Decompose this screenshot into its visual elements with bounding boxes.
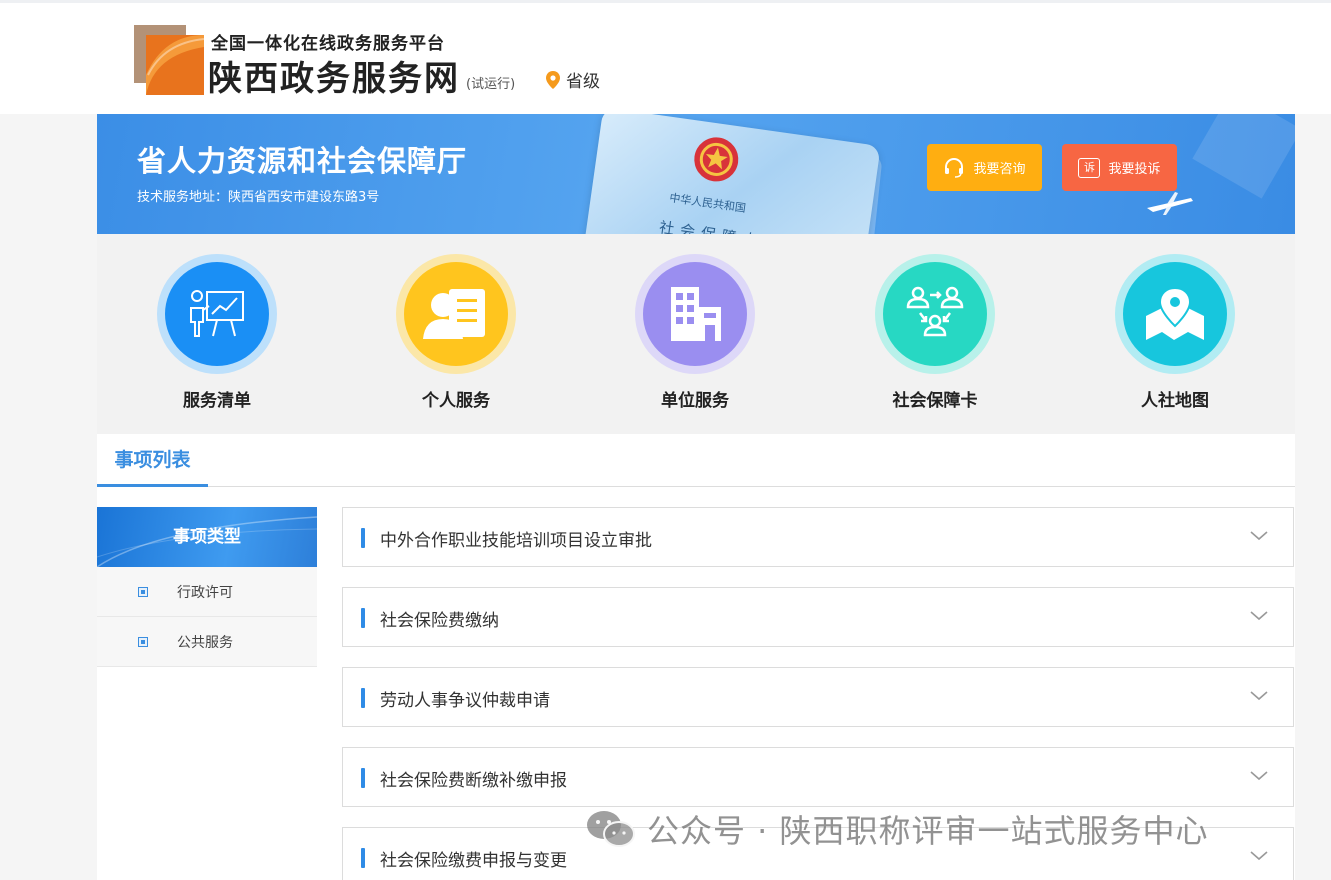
department-title: 省人力资源和社会保障厅 bbox=[137, 144, 468, 178]
social-security-card-image: 中华人民共和国 社会保障卡 bbox=[583, 114, 881, 234]
item-title: 社会保险费断缴补缴申报 bbox=[380, 771, 567, 791]
consult-label: 我要咨询 bbox=[973, 162, 1026, 177]
service-label: 社会保障卡 bbox=[892, 391, 978, 411]
service-label: 服务清单 bbox=[183, 391, 251, 411]
chevron-down-icon[interactable] bbox=[1249, 846, 1269, 866]
department-address: 技术服务地址：陕西省西安市建设东路3号 bbox=[137, 190, 380, 205]
region-selector[interactable]: 省级 bbox=[546, 67, 600, 92]
service-ring bbox=[157, 254, 277, 374]
service-label: 个人服务 bbox=[422, 391, 490, 411]
card-name-text: 社会保障卡 bbox=[658, 216, 765, 234]
service-label: 单位服务 bbox=[661, 391, 729, 411]
list-item[interactable]: 中外合作职业技能培训项目设立审批 bbox=[342, 507, 1294, 567]
site-logo[interactable] bbox=[134, 25, 204, 95]
item-accent-bar bbox=[361, 528, 365, 548]
map-pin-icon bbox=[1123, 262, 1227, 366]
complain-label: 我要投诉 bbox=[1108, 162, 1161, 177]
wechat-icon bbox=[587, 811, 635, 847]
chevron-down-icon[interactable] bbox=[1249, 686, 1269, 706]
headset-icon bbox=[945, 157, 964, 178]
item-title: 劳动人事争议仲裁申请 bbox=[380, 691, 550, 711]
card-country-text: 中华人民共和国 bbox=[668, 191, 747, 215]
square-bullet-icon bbox=[138, 636, 148, 647]
chevron-down-icon[interactable] bbox=[1249, 606, 1269, 626]
item-type-title: 事项类型 bbox=[173, 527, 241, 547]
service-ring bbox=[875, 254, 995, 374]
site-header: 全国一体化在线政务服务平台 陕西政务服务网 (试运行) 省级 bbox=[0, 0, 1331, 114]
building-icon bbox=[643, 262, 747, 366]
list-item[interactable]: 社会保险费断缴补缴申报 bbox=[342, 747, 1294, 807]
item-title: 社会保险费缴纳 bbox=[380, 611, 499, 631]
sidebar-item-label: 行政许可 bbox=[177, 584, 233, 601]
item-accent-bar bbox=[361, 768, 365, 788]
item-type-sidebar: 事项类型 行政许可 公共服务 bbox=[97, 487, 317, 880]
banner-decoration bbox=[1192, 114, 1295, 199]
item-accent-bar bbox=[361, 848, 365, 868]
service-label: 人社地图 bbox=[1141, 391, 1209, 411]
complain-bubble-icon: 诉 bbox=[1078, 157, 1101, 178]
presentation-chart-icon bbox=[165, 262, 269, 366]
service-ring bbox=[1115, 254, 1235, 374]
sidebar-item-public-service[interactable]: 公共服务 bbox=[97, 617, 317, 667]
chevron-down-icon[interactable] bbox=[1249, 766, 1269, 786]
sidebar-item-admin-permit[interactable]: 行政许可 bbox=[97, 567, 317, 617]
item-title: 社会保险缴费申报与变更 bbox=[380, 851, 567, 871]
people-exchange-icon bbox=[883, 262, 987, 366]
region-label: 省级 bbox=[566, 72, 600, 92]
service-ring bbox=[396, 254, 516, 374]
item-title: 中外合作职业技能培训项目设立审批 bbox=[380, 531, 652, 551]
square-bullet-icon bbox=[138, 586, 148, 597]
id-card-person-icon bbox=[404, 262, 508, 366]
service-ring bbox=[635, 254, 755, 374]
social-card-entry[interactable]: 社会保障卡 bbox=[865, 254, 1005, 411]
department-banner: 中华人民共和国 社会保障卡 省人力资源和社会保障厅 技术服务地址：陕西省西安市建… bbox=[97, 114, 1295, 234]
tab-item-list[interactable]: 事项列表 bbox=[97, 434, 208, 487]
item-accent-bar bbox=[361, 608, 365, 628]
hr-map-entry[interactable]: 人社地图 bbox=[1105, 254, 1245, 411]
chevron-down-icon[interactable] bbox=[1249, 526, 1269, 546]
list-item[interactable]: 社会保险费缴纳 bbox=[342, 587, 1294, 647]
list-header: 事项列表 bbox=[97, 434, 1295, 487]
consult-button[interactable]: 我要咨询 bbox=[927, 144, 1042, 191]
item-type-header: 事项类型 bbox=[97, 507, 317, 567]
sidebar-item-label: 公共服务 bbox=[177, 634, 233, 651]
trial-tag: (试运行) bbox=[466, 77, 516, 92]
item-accent-bar bbox=[361, 688, 365, 708]
service-list-entry[interactable]: 服务清单 bbox=[147, 254, 287, 411]
wechat-watermark: 公众号 · 陕西职称评审一站式服务中心 bbox=[585, 806, 1209, 852]
site-name[interactable]: 陕西政务服务网 bbox=[208, 51, 460, 100]
service-categories: 服务清单 个人服务 单位服务 社会保障卡 人社地图 bbox=[97, 234, 1295, 434]
list-item[interactable]: 劳动人事争议仲裁申请 bbox=[342, 667, 1294, 727]
national-emblem-icon bbox=[694, 137, 739, 182]
complain-button[interactable]: 诉 我要投诉 bbox=[1062, 144, 1177, 191]
personal-service-entry[interactable]: 个人服务 bbox=[386, 254, 526, 411]
location-pin-icon bbox=[546, 70, 560, 89]
watermark-text: 公众号 · 陕西职称评审一站式服务中心 bbox=[647, 812, 1209, 850]
company-service-entry[interactable]: 单位服务 bbox=[625, 254, 765, 411]
airplane-icon bbox=[1147, 192, 1193, 215]
